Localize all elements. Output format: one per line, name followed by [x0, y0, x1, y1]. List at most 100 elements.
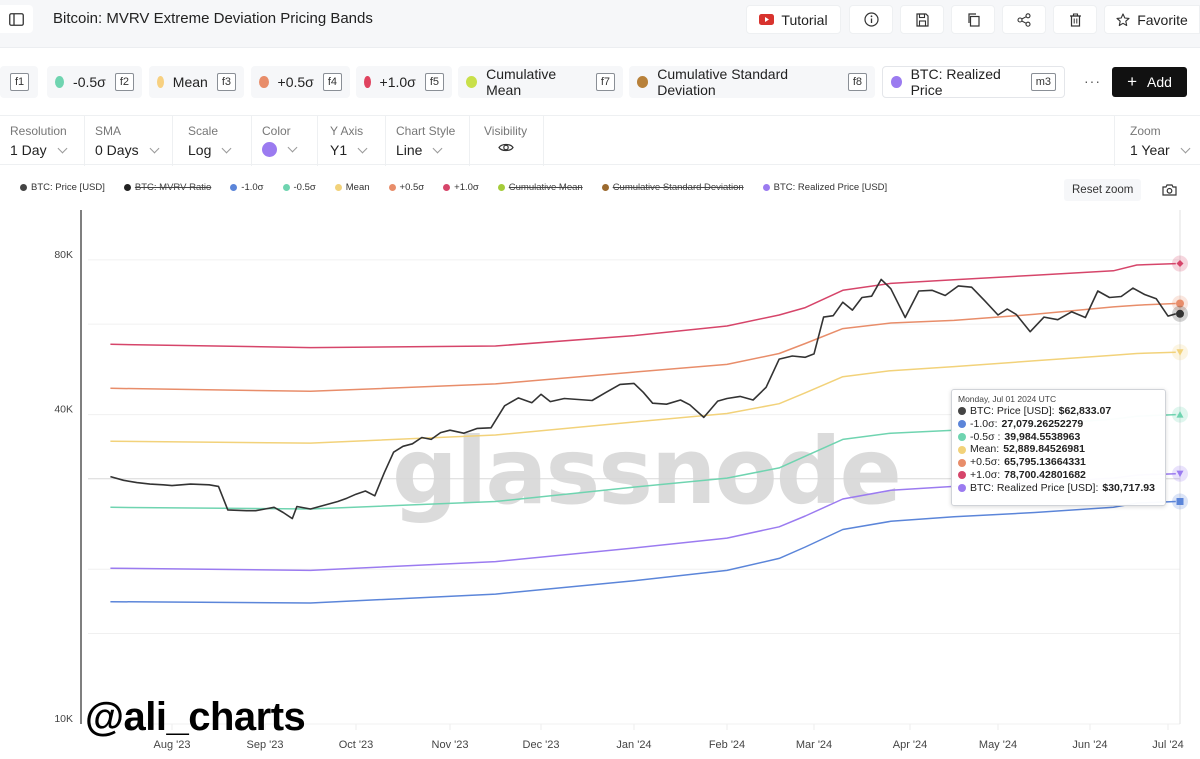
- zoom-select[interactable]: Zoom 1 Year: [1114, 116, 1200, 166]
- control-value: Log: [188, 142, 212, 158]
- tooltip-value: 65,795.13664331: [1004, 456, 1086, 469]
- series-end-marker: [1176, 497, 1184, 505]
- chip-label: Cumulative Mean: [486, 66, 557, 98]
- tooltip-date: Monday, Jul 01 2024 UTC: [958, 394, 1057, 404]
- legend-label: Cumulative Standard Deviation: [612, 181, 744, 193]
- tooltip-value: 27,079.26252279: [1001, 417, 1084, 430]
- tooltip-dot-icon: [958, 458, 966, 467]
- scale-select[interactable]: Scale Log: [173, 116, 252, 166]
- sma-select[interactable]: SMA 0 Days: [85, 116, 173, 166]
- visibility-toggle[interactable]: Visibility: [470, 116, 544, 166]
- x-tick-label: Apr '24: [893, 739, 928, 751]
- control-label: Y Axis: [330, 124, 364, 138]
- plus-icon: +: [1127, 72, 1137, 91]
- color-dot-icon: [637, 76, 649, 88]
- series-line--1-0-: [110, 262, 1176, 349]
- screenshot-button[interactable]: [1162, 183, 1177, 201]
- x-tick-label: Oct '23: [339, 739, 374, 751]
- sidebar-toggle-icon: [9, 12, 24, 26]
- color-dot-icon: [55, 76, 65, 88]
- control-value: 0 Days: [95, 142, 139, 158]
- legend-item[interactable]: +1.0σ: [443, 180, 479, 194]
- tutorial-button[interactable]: Tutorial: [746, 5, 841, 34]
- legend-item[interactable]: Cumulative Mean: [497, 180, 583, 194]
- tooltip-value: $30,717.93: [1102, 481, 1155, 494]
- color-dot-icon: [157, 76, 164, 88]
- eye-icon: [498, 143, 514, 152]
- copy-button[interactable]: [951, 5, 995, 34]
- legend-item[interactable]: BTC: MVRV Ratio: [123, 180, 212, 194]
- page-title: Bitcoin: MVRV Extreme Deviation Pricing …: [53, 10, 373, 27]
- legend-label: Mean: [345, 181, 370, 193]
- chip-f1[interactable]: f1: [0, 66, 38, 98]
- chip-mean[interactable]: Mean f3: [149, 66, 244, 98]
- resolution-select[interactable]: Resolution 1 Day: [0, 116, 85, 166]
- legend-item[interactable]: BTC: Price [USD]: [20, 180, 105, 194]
- x-tick-label: Sep '23: [247, 739, 284, 751]
- chevron-down-icon: [149, 143, 160, 153]
- control-label: Color: [262, 124, 291, 138]
- color-dot-icon: [466, 76, 478, 88]
- legend-item[interactable]: Cumulative Standard Deviation: [601, 180, 744, 194]
- chip-label: +1.0σ: [379, 74, 416, 90]
- legend-dot-icon: [123, 183, 131, 191]
- chip-label: Cumulative Standard Deviation: [657, 66, 789, 98]
- chart-tooltip: Monday, Jul 01 2024 UTC BTC: Price [USD]…: [951, 389, 1166, 506]
- chart-controls: Resolution 1 Day SMA 0 Days Scale Log Co…: [0, 115, 1200, 166]
- control-value: Y1: [330, 142, 348, 158]
- legend-label: BTC: Price [USD]: [31, 181, 105, 193]
- share-button[interactable]: [1002, 5, 1046, 34]
- metric-chip-bar: f1 -0.5σ f2 Mean f3 +0.5σ f4 +1.0σ f5 Cu…: [0, 60, 1200, 104]
- x-tick-label: Jan '24: [616, 739, 651, 751]
- chip-realized-price[interactable]: BTC: Realized Price m3: [882, 66, 1065, 98]
- tooltip-label: +1.0σ:: [970, 468, 1001, 481]
- series-end-marker: [1176, 309, 1184, 318]
- add-metric-button[interactable]: + Add: [1112, 67, 1187, 97]
- chip-cumulative-std-dev[interactable]: Cumulative Standard Deviation f8: [629, 66, 875, 98]
- chart-style-select[interactable]: Chart Style Line: [386, 116, 470, 166]
- tooltip-value: 52,889.84526981: [1003, 443, 1085, 456]
- y-tick-label: 10K: [54, 713, 73, 725]
- tutorial-label: Tutorial: [781, 11, 828, 28]
- legend-item[interactable]: -0.5σ: [282, 180, 316, 194]
- chip-plus-half-sigma[interactable]: +0.5σ f4: [251, 66, 350, 98]
- y-axis-select[interactable]: Y Axis Y1: [318, 116, 386, 166]
- reset-zoom-button[interactable]: Reset zoom: [1064, 179, 1142, 201]
- sidebar-toggle-button[interactable]: [0, 5, 33, 33]
- tooltip-dot-icon: [958, 432, 966, 441]
- save-icon: [915, 12, 929, 27]
- legend-item[interactable]: BTC: Realized Price [USD]: [762, 180, 887, 194]
- legend-item[interactable]: -1.0σ: [230, 180, 264, 194]
- chip-key: f5: [424, 73, 444, 91]
- more-button[interactable]: ···: [1084, 73, 1101, 89]
- favorite-button[interactable]: Favorite: [1104, 5, 1200, 34]
- chip-cumulative-mean[interactable]: Cumulative Mean f7: [458, 66, 623, 98]
- chevron-down-icon: [1180, 143, 1191, 153]
- camera-icon: [1162, 184, 1177, 196]
- chip-key: f7: [595, 73, 615, 91]
- legend-label: BTC: MVRV Ratio: [134, 181, 212, 193]
- legend-item[interactable]: +0.5σ: [388, 180, 424, 194]
- color-dot-icon: [259, 76, 269, 88]
- tooltip-row: Mean: 52,889.84526981: [958, 443, 1159, 456]
- tooltip-dot-icon: [958, 420, 966, 429]
- chip-key: f1: [10, 73, 30, 91]
- control-label: Zoom: [1130, 124, 1161, 138]
- save-button[interactable]: [900, 5, 944, 34]
- chip-minus-half-sigma[interactable]: -0.5σ f2: [47, 66, 142, 98]
- author-handle: @ali_charts: [85, 695, 306, 739]
- color-select[interactable]: Color: [252, 116, 318, 166]
- control-label: Resolution: [10, 124, 67, 138]
- chip-plus-one-sigma[interactable]: +1.0σ f5: [356, 66, 452, 98]
- star-icon: [1116, 12, 1130, 26]
- x-tick-label: Feb '24: [709, 739, 745, 751]
- legend-item[interactable]: Mean: [334, 180, 370, 194]
- info-button[interactable]: [849, 5, 893, 34]
- youtube-icon: [759, 14, 775, 25]
- x-tick-label: May '24: [979, 739, 1017, 751]
- delete-button[interactable]: [1053, 5, 1097, 34]
- tooltip-label: BTC: Realized Price [USD]:: [970, 481, 1099, 494]
- x-tick-label: Mar '24: [796, 739, 832, 751]
- chip-key: f4: [322, 73, 342, 91]
- color-dot-icon: [364, 76, 371, 88]
